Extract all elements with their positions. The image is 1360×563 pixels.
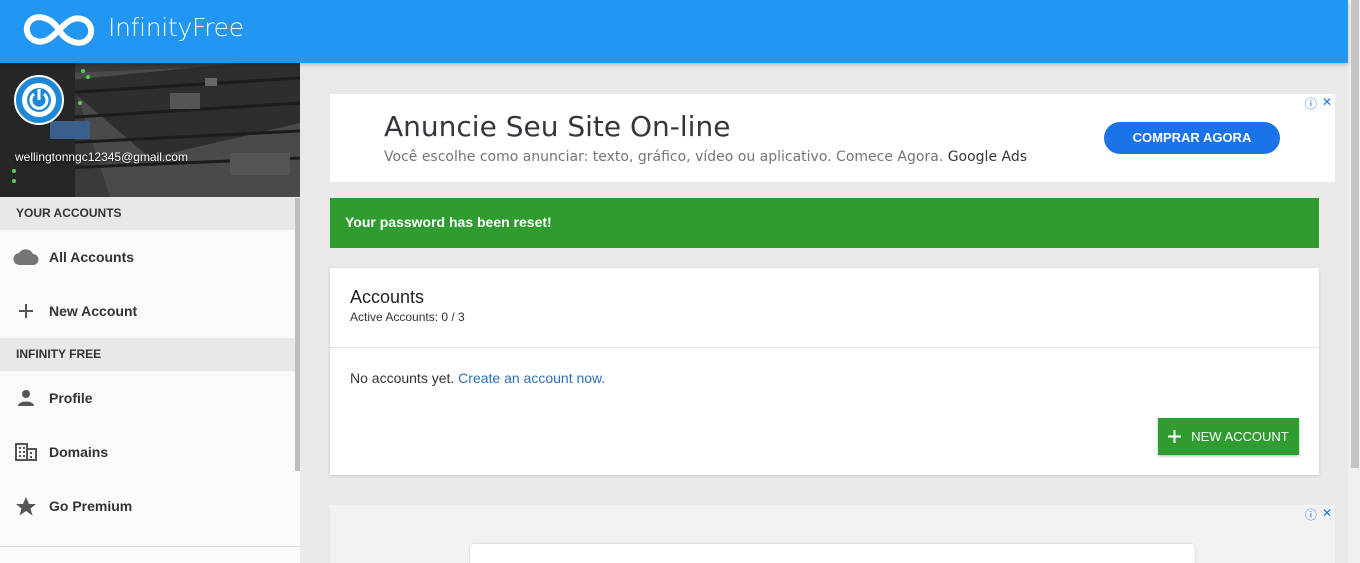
sidebar-item-go-premium[interactable]: Go Premium bbox=[0, 479, 296, 533]
infinity-icon[interactable] bbox=[22, 12, 96, 48]
close-icon[interactable]: ✕ bbox=[1322, 95, 1332, 112]
info-icon[interactable]: ⓘ bbox=[1305, 95, 1317, 112]
ad-description-text: Você escolhe como anunciar: texto, gráfi… bbox=[384, 149, 944, 165]
ad-controls: ⓘ ✕ bbox=[1305, 95, 1332, 112]
star-icon bbox=[0, 496, 49, 516]
brand-name[interactable]: InfinityFree bbox=[108, 13, 244, 42]
info-icon[interactable]: ⓘ bbox=[1305, 506, 1317, 523]
ad-source: Google Ads bbox=[947, 149, 1028, 165]
section-infinity-free: INFINITY FREE bbox=[0, 338, 296, 371]
ad-content[interactable] bbox=[470, 544, 1195, 563]
sidebar-item-label: All Accounts bbox=[49, 249, 135, 265]
ad-banner-bottom[interactable]: ⓘ ✕ bbox=[330, 505, 1335, 563]
ad-controls: ⓘ ✕ bbox=[1305, 506, 1332, 523]
section-your-accounts: YOUR ACCOUNTS bbox=[0, 197, 296, 230]
plus-icon bbox=[0, 302, 49, 320]
plus-icon bbox=[1168, 430, 1182, 443]
ad-banner[interactable]: Anuncie Seu Site On-line Você escolhe co… bbox=[330, 94, 1335, 182]
sidebar-item-all-accounts[interactable]: All Accounts bbox=[0, 230, 296, 284]
page-scrollbar-thumb[interactable] bbox=[1351, 0, 1359, 468]
ad-description: Você escolhe como anunciar: texto, gráfi… bbox=[384, 149, 1027, 165]
sidebar-item-new-account[interactable]: New Account bbox=[0, 284, 296, 338]
divider bbox=[0, 546, 300, 547]
divider bbox=[330, 347, 1319, 348]
ad-buy-button[interactable]: COMPRAR AGORA bbox=[1104, 122, 1280, 154]
active-accounts-count: Active Accounts: 0 / 3 bbox=[350, 310, 465, 324]
top-navbar: InfinityFree bbox=[0, 0, 1348, 63]
empty-state: No accounts yet. Create an account now. bbox=[350, 370, 605, 386]
empty-state-text: No accounts yet. bbox=[350, 370, 455, 386]
power-icon bbox=[22, 83, 56, 117]
sidebar-scrollbar[interactable] bbox=[295, 198, 300, 471]
avatar bbox=[14, 75, 64, 125]
new-account-label: NEW ACCOUNT bbox=[1191, 429, 1289, 444]
sidebar-item-label: Domains bbox=[49, 444, 109, 460]
success-alert: Your password has been reset! bbox=[330, 198, 1319, 248]
new-account-button[interactable]: NEW ACCOUNT bbox=[1158, 418, 1299, 455]
profile-header: wellingtonngc12345@gmail.com bbox=[0, 63, 300, 197]
sidebar-item-domains[interactable]: Domains bbox=[0, 425, 296, 479]
person-icon bbox=[0, 389, 49, 407]
card-title: Accounts bbox=[350, 287, 425, 307]
user-email: wellingtonngc12345@gmail.com bbox=[15, 150, 188, 164]
sidebar-item-profile[interactable]: Profile bbox=[0, 371, 296, 425]
sidebar-item-label: Profile bbox=[49, 390, 93, 406]
accounts-card: Accounts Active Accounts: 0 / 3 No accou… bbox=[330, 268, 1319, 475]
sidebar-item-label: Go Premium bbox=[49, 498, 133, 514]
create-account-link[interactable]: Create an account now. bbox=[458, 370, 605, 386]
sidebar: wellingtonngc12345@gmail.com YOUR ACCOUN… bbox=[0, 63, 300, 563]
building-icon bbox=[0, 443, 49, 461]
ad-title[interactable]: Anuncie Seu Site On-line bbox=[384, 110, 730, 143]
close-icon[interactable]: ✕ bbox=[1322, 506, 1332, 523]
sidebar-item-label: New Account bbox=[49, 303, 138, 319]
cloud-icon bbox=[0, 248, 49, 266]
